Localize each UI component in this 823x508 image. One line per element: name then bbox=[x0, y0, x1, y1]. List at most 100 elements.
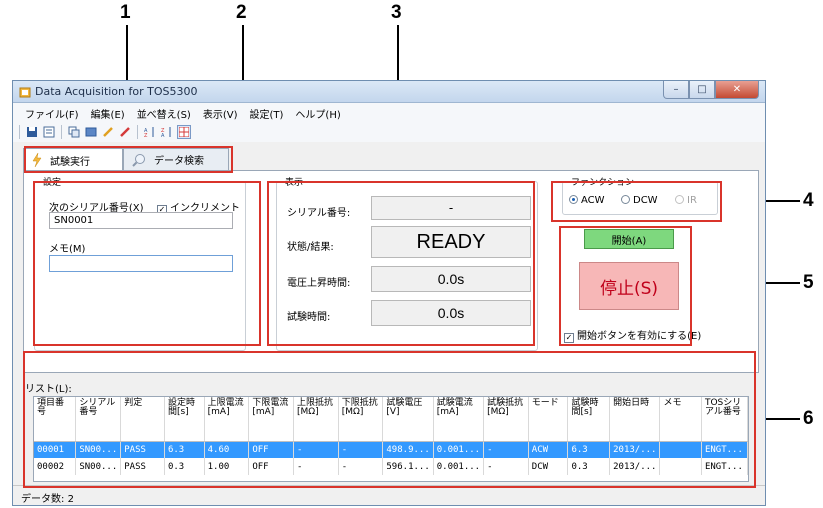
start-button-label: 開始(A) bbox=[611, 235, 647, 247]
table-row[interactable]: 00002 SN00... PASS 0.3 1.00 OFF - - 596.… bbox=[34, 458, 748, 475]
status-result-value: READY bbox=[371, 226, 531, 258]
col-header-start-datetime[interactable]: 開始日時 bbox=[609, 397, 661, 442]
col-header-test-resistance[interactable]: 試験抵抗[MΩ] bbox=[483, 397, 529, 442]
sort-desc-icon[interactable]: ZA bbox=[160, 125, 174, 139]
data-count-label: データ数: bbox=[21, 494, 65, 505]
table-cell: PASS bbox=[120, 441, 165, 458]
pencil-icon[interactable] bbox=[101, 125, 115, 139]
table-cell: - bbox=[338, 458, 384, 475]
col-header-memo[interactable]: メモ bbox=[659, 397, 702, 442]
toolbar: AZ ZA bbox=[13, 122, 765, 142]
stop-button[interactable]: 停止(S) bbox=[579, 262, 679, 310]
col-header-upper-resistance[interactable]: 上限抵抗[MΩ] bbox=[293, 397, 339, 442]
radio-acw[interactable]: ACW bbox=[569, 195, 605, 206]
col-header-test-current[interactable]: 試験電流[mA] bbox=[433, 397, 485, 442]
callout-number-1: 1 bbox=[120, 2, 131, 23]
menu-settings[interactable]: 設定(T) bbox=[244, 103, 290, 122]
col-header-tos-serial[interactable]: TOSシリアル番号 bbox=[701, 397, 748, 442]
table-cell: 2013/... bbox=[609, 441, 661, 458]
radio-dcw[interactable]: DCW bbox=[621, 195, 658, 206]
svg-text:A: A bbox=[161, 133, 165, 138]
maximize-button[interactable]: □ bbox=[689, 81, 715, 99]
grid-icon[interactable] bbox=[177, 125, 191, 139]
menu-bar: ファイル(F) 編集(E) 並べ替え(S) 表示(V) 設定(T) ヘルプ(H) bbox=[13, 103, 765, 122]
memo-label: メモ(M) bbox=[49, 244, 86, 255]
test-time-value: 0.0s bbox=[371, 300, 531, 326]
search-icon bbox=[132, 153, 145, 167]
tab-test-run[interactable]: 試験実行 bbox=[23, 148, 123, 171]
col-header-test-time[interactable]: 試験時間[s] bbox=[567, 397, 611, 442]
table-cell: 0.001... bbox=[433, 441, 485, 458]
callout-number-5: 5 bbox=[803, 272, 814, 293]
table-icon[interactable] bbox=[84, 125, 98, 139]
table-row[interactable]: 00001 SN00... PASS 6.3 4.60 OFF - - 498.… bbox=[34, 441, 748, 458]
status-result-label: 状態/結果: bbox=[287, 242, 334, 253]
menu-file[interactable]: ファイル(F) bbox=[19, 103, 85, 122]
menu-sort[interactable]: 並べ替え(S) bbox=[131, 103, 197, 122]
callout-number-6: 6 bbox=[803, 408, 814, 429]
col-header-lower-resistance[interactable]: 下限抵抗[MΩ] bbox=[338, 397, 384, 442]
table-cell: 0.3 bbox=[567, 458, 611, 475]
menu-view[interactable]: 表示(V) bbox=[197, 103, 244, 122]
col-header-serial[interactable]: シリアル番号 bbox=[75, 397, 122, 442]
table-cell: - bbox=[338, 441, 384, 458]
enable-start-checkbox[interactable]: ✓ 開始ボタンを有効にする(E) bbox=[564, 327, 701, 343]
radio-disabled-icon bbox=[675, 195, 684, 204]
table-cell: 498.9... bbox=[382, 441, 434, 458]
col-header-mode[interactable]: モード bbox=[528, 397, 569, 442]
display-group-label: 表示 bbox=[283, 175, 306, 188]
copy-icon[interactable] bbox=[67, 125, 81, 139]
memo-input[interactable] bbox=[49, 255, 233, 272]
radio-ir[interactable]: IR bbox=[675, 195, 697, 206]
voltage-rise-time-label: 電圧上昇時間: bbox=[287, 278, 351, 289]
display-group: 表示 シリアル番号: - 状態/結果: READY 電圧上昇時間: 0.0s 試… bbox=[276, 175, 538, 351]
serial-number-input[interactable]: SN0001 bbox=[49, 212, 233, 229]
tab-test-run-label: 試験実行 bbox=[50, 156, 90, 168]
check-icon: ✓ bbox=[564, 333, 574, 343]
callout-number-2: 2 bbox=[236, 2, 247, 23]
minimize-button[interactable]: – bbox=[663, 81, 689, 99]
settings-group: 設定 次のシリアル番号(X) ✓インクリメント(I) SN0001 メモ(M) bbox=[34, 175, 246, 351]
title-bar[interactable]: Data Acquisition for TOS5300 – □ ✕ bbox=[13, 81, 765, 103]
save-icon[interactable] bbox=[25, 125, 39, 139]
col-header-item-no[interactable]: 項目番号 bbox=[34, 397, 77, 442]
results-table[interactable]: 項目番号 シリアル番号 判定 設定時間[s] 上限電流[mA] 下限電流[mA]… bbox=[33, 396, 749, 482]
col-header-judge[interactable]: 判定 bbox=[120, 397, 165, 442]
table-cell: OFF bbox=[248, 458, 295, 475]
table-cell: 0.3 bbox=[164, 458, 205, 475]
callout-number-3: 3 bbox=[391, 2, 402, 23]
table-cell: 00002 bbox=[34, 458, 77, 475]
open-icon[interactable] bbox=[42, 125, 56, 139]
col-header-lower-current[interactable]: 下限電流[mA] bbox=[248, 397, 295, 442]
list-area: リスト(L): 項目番号 シリアル番号 判定 設定時間[s] 上限電流[mA] … bbox=[23, 378, 759, 484]
table-cell: OFF bbox=[248, 441, 295, 458]
svg-text:Z: Z bbox=[144, 133, 148, 138]
function-group: ファンクション ACW DCW IR bbox=[562, 175, 718, 215]
col-header-set-time[interactable]: 設定時間[s] bbox=[164, 397, 205, 442]
table-cell bbox=[659, 458, 702, 475]
radio-dcw-label: DCW bbox=[633, 195, 658, 206]
col-header-upper-current[interactable]: 上限電流[mA] bbox=[204, 397, 250, 442]
test-time-label: 試験時間: bbox=[287, 312, 331, 323]
tab-data-search-label: データ検索 bbox=[154, 156, 204, 167]
toolbar-separator bbox=[137, 125, 138, 139]
start-button[interactable]: 開始(A) bbox=[584, 229, 674, 249]
table-cell: SN00... bbox=[75, 458, 122, 475]
close-button[interactable]: ✕ bbox=[715, 81, 759, 99]
table-cell: 00001 bbox=[34, 441, 77, 458]
menu-help[interactable]: ヘルプ(H) bbox=[289, 103, 346, 122]
table-cell: 1.00 bbox=[204, 458, 250, 475]
table-cell: SN00... bbox=[75, 441, 122, 458]
radio-unselected-icon bbox=[621, 195, 630, 204]
col-header-test-voltage[interactable]: 試験電圧[V] bbox=[382, 397, 434, 442]
sort-asc-icon[interactable]: AZ bbox=[143, 125, 157, 139]
eraser-icon[interactable] bbox=[118, 125, 132, 139]
test-run-panel: 設定 次のシリアル番号(X) ✓インクリメント(I) SN0001 メモ(M) … bbox=[23, 170, 759, 373]
toolbar-grip bbox=[19, 125, 20, 139]
display-serial-label: シリアル番号: bbox=[287, 208, 351, 219]
tab-data-search[interactable]: データ検索 bbox=[123, 148, 229, 170]
table-cell: - bbox=[483, 441, 529, 458]
close-icon: ✕ bbox=[732, 84, 742, 95]
data-count-value: 2 bbox=[67, 494, 74, 505]
menu-edit[interactable]: 編集(E) bbox=[85, 103, 131, 122]
